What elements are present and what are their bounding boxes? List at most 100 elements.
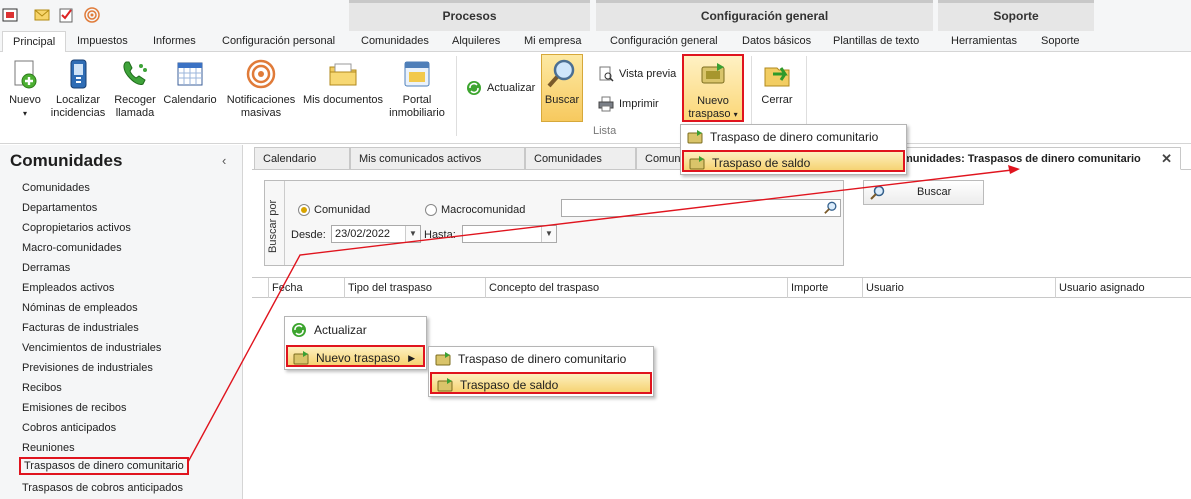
checklist-icon[interactable] (58, 7, 74, 23)
recoger-llamada-button[interactable]: Recoger llamada (110, 52, 160, 120)
nuevo-button[interactable]: Nuevo ▾ (2, 52, 48, 120)
sidebar-item-nominas[interactable]: Nóminas de empleados (22, 299, 138, 317)
sidebar-item-facturas[interactable]: Facturas de industriales (22, 319, 139, 337)
tab-informes[interactable]: Informes (153, 31, 196, 52)
portal-label-1: Portal (402, 94, 432, 106)
column-tipo[interactable]: Tipo del traspaso (344, 278, 485, 298)
sidebar-item-cobros-anticipados[interactable]: Cobros anticipados (22, 419, 116, 437)
folder-icon (329, 63, 357, 86)
hasta-date-field[interactable]: ▼ (462, 225, 557, 243)
ribbon: Nuevo ▾ Localizar incidencias Recoger llama… (0, 52, 1191, 144)
comunidad-search-input[interactable] (561, 199, 841, 217)
tab-mi-empresa[interactable]: Mi empresa (524, 31, 581, 52)
context-group-procesos: Procesos (349, 0, 590, 31)
ribbon-separator (456, 56, 457, 136)
collapse-icon[interactable]: ‹ (222, 153, 226, 168)
portal-label-2: inmobiliario (389, 107, 445, 119)
doc-tab-calendario[interactable]: Calendario (254, 147, 350, 170)
nuevo-traspaso-button[interactable]: Nuevo traspaso ▾ (682, 54, 744, 122)
column-usuario-asignado[interactable]: Usuario asignado (1055, 278, 1191, 298)
buscar-por-label: Buscar por (267, 199, 279, 253)
quick-access-bar: Procesos Configuración general Soporte (0, 0, 1191, 31)
mail-icon[interactable] (34, 7, 50, 23)
context-nuevo-traspaso[interactable]: Nuevo traspaso ▶ (286, 345, 425, 367)
sidebar-item-derramas[interactable]: Derramas (22, 259, 70, 277)
desde-date-field[interactable]: 23/02/2022 ▼ (331, 225, 421, 243)
sidebar-item-reuniones[interactable]: Reuniones (22, 439, 75, 457)
portal-inmobiliario-button[interactable]: Portal inmobiliario (386, 52, 448, 120)
radio-comunidad-label: Comunidad (314, 204, 371, 216)
radio-macrocomunidad[interactable] (425, 204, 437, 216)
column-concepto[interactable]: Concepto del traspaso (485, 278, 787, 298)
column-usuario[interactable]: Usuario (862, 278, 1055, 298)
tab-datos-basicos[interactable]: Datos básicos (742, 31, 811, 52)
doc-tab-comunicados[interactable]: Mis comunicados activos (350, 147, 525, 170)
calendar-icon (177, 62, 203, 86)
filter-search-button[interactable]: Buscar (863, 180, 984, 205)
menu-item-traspaso-dinero[interactable]: Traspaso de dinero comunitario (682, 126, 905, 148)
cerrar-button[interactable]: Cerrar (757, 52, 797, 107)
vista-previa-button[interactable]: Vista previa (598, 64, 676, 84)
chevron-down-icon[interactable]: ▼ (541, 226, 556, 242)
sidebar-item-copropietarios[interactable]: Copropietarios activos (22, 219, 131, 237)
tab-soporte[interactable]: Soporte (1041, 31, 1080, 52)
doc-tab-traspasos-active[interactable]: munidades: Traspasos de dinero comunitar… (902, 147, 1181, 170)
sidebar-item-recibos[interactable]: Recibos (22, 379, 62, 397)
doc-tab-active-label: munidades: Traspasos de dinero comunitar… (903, 153, 1141, 165)
mis-documentos-button[interactable]: Mis documentos (301, 52, 385, 107)
buscar-button[interactable]: Buscar (541, 54, 583, 122)
money-transfer-icon (701, 63, 725, 84)
actualizar-button[interactable]: Actualizar (466, 78, 535, 98)
radio-comunidad[interactable] (298, 204, 310, 216)
desde-label: Desde: (291, 229, 326, 241)
doc-tab-comuni[interactable]: Comuni (636, 147, 686, 170)
column-importe[interactable]: Importe (787, 278, 862, 298)
lista-group-label: Lista (593, 125, 617, 137)
search-icon[interactable] (824, 201, 838, 215)
context-submenu: Traspaso de dinero comunitario Traspaso … (428, 346, 654, 397)
tab-configuracion-personal[interactable]: Configuración personal (222, 31, 335, 52)
refresh-icon (292, 323, 306, 337)
submenu-item-traspaso-dinero[interactable]: Traspaso de dinero comunitario (430, 348, 652, 370)
sidebar-item-traspasos-dinero[interactable]: Traspasos de dinero comunitario (19, 457, 189, 475)
context-actualizar[interactable]: Actualizar (286, 319, 425, 341)
column-fecha[interactable]: Fecha (268, 278, 344, 298)
nuevo-traspaso-dropdown: Traspaso de dinero comunitario Traspaso … (680, 124, 907, 175)
notificaciones-label-2: masivas (240, 107, 282, 119)
broadcast-icon[interactable] (84, 7, 100, 23)
tab-principal[interactable]: Principal (2, 31, 67, 53)
sidebar-item-traspasos-cobros[interactable]: Traspasos de cobros anticipados (22, 479, 183, 497)
close-icon[interactable]: ✕ (1161, 148, 1172, 169)
sidebar-item-macro-comunidades[interactable]: Macro-comunidades (22, 239, 122, 257)
money-transfer-icon (435, 352, 451, 366)
tab-configuracion-general[interactable]: Configuración general (610, 31, 718, 52)
calendario-label: Calendario (163, 94, 217, 106)
app-icon[interactable] (2, 7, 18, 23)
tab-herramientas[interactable]: Herramientas (951, 31, 1017, 52)
menu-item-traspaso-saldo[interactable]: Traspaso de saldo (682, 150, 905, 172)
notificaciones-masivas-button[interactable]: Notificaciones masivas (224, 52, 298, 120)
magnifier-icon (547, 59, 575, 88)
context-actualizar-label: Actualizar (314, 323, 367, 337)
cerrar-label: Cerrar (761, 94, 793, 106)
search-filter-panel: Buscar por Comunidad Macrocomunidad Desd… (264, 180, 844, 266)
tab-alquileres[interactable]: Alquileres (452, 31, 500, 52)
tab-impuestos[interactable]: Impuestos (77, 31, 128, 52)
doc-tab-comunidades[interactable]: Comunidades (525, 147, 636, 170)
filter-search-label: Buscar (917, 186, 952, 198)
sidebar-item-previsiones[interactable]: Previsiones de industriales (22, 359, 153, 377)
calendario-button[interactable]: Calendario (163, 52, 217, 107)
sidebar-item-emisiones[interactable]: Emisiones de recibos (22, 399, 127, 417)
sidebar-item-departamentos[interactable]: Departamentos (22, 199, 97, 217)
tab-plantillas-de-texto[interactable]: Plantillas de texto (833, 31, 919, 52)
localizar-incidencias-button[interactable]: Localizar incidencias (50, 52, 106, 120)
sidebar-item-vencimientos[interactable]: Vencimientos de industriales (22, 339, 161, 357)
sidebar-item-comunidades[interactable]: Comunidades (22, 179, 90, 197)
submenu-item-traspaso-saldo[interactable]: Traspaso de saldo (430, 372, 652, 394)
exit-icon (764, 67, 790, 87)
chevron-down-icon: ▾ (733, 110, 738, 119)
sidebar-item-empleados[interactable]: Empleados activos (22, 279, 114, 297)
imprimir-button[interactable]: Imprimir (598, 94, 659, 114)
chevron-down-icon[interactable]: ▼ (405, 226, 420, 242)
tab-comunidades[interactable]: Comunidades (361, 31, 429, 52)
